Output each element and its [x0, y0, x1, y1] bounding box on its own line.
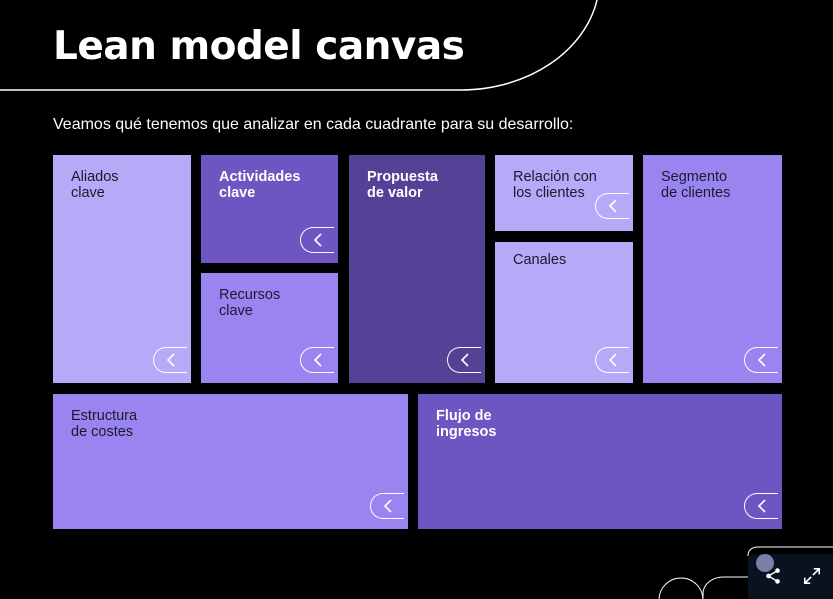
tile-canales[interactable]: Canales: [495, 242, 633, 383]
tile-label: Relación con los clientes: [513, 169, 597, 201]
chevron-left-icon[interactable]: [153, 347, 187, 373]
tile-propuesta-de-valor[interactable]: Propuesta de valor: [349, 155, 485, 383]
tile-label: Propuesta de valor: [367, 169, 438, 201]
share-icon: [766, 568, 780, 584]
chevron-left-icon[interactable]: [595, 347, 629, 373]
tile-recursos-clave[interactable]: Recursos clave: [201, 273, 338, 383]
tile-actividades-clave[interactable]: Actividades clave: [201, 155, 338, 263]
chevron-left-icon[interactable]: [595, 193, 629, 219]
chevron-left-icon[interactable]: [300, 347, 334, 373]
tile-flujo-ingresos[interactable]: Flujo de ingresos: [418, 394, 782, 529]
share-button[interactable]: [760, 563, 786, 589]
tile-relacion-clientes[interactable]: Relación con los clientes: [495, 155, 633, 231]
chevron-left-icon[interactable]: [300, 227, 334, 253]
chevron-left-icon[interactable]: [744, 493, 778, 519]
expand-icon: [803, 567, 821, 585]
chevron-left-icon[interactable]: [370, 493, 404, 519]
tile-segmento-clientes[interactable]: Segmento de clientes: [643, 155, 782, 383]
tile-estructura-costes[interactable]: Estructura de costes: [53, 394, 408, 529]
tile-label: Actividades clave: [219, 169, 301, 201]
tile-aliados-clave[interactable]: Aliados clave: [53, 155, 191, 383]
tile-label: Estructura de costes: [71, 408, 138, 440]
tile-label: Recursos clave: [219, 287, 281, 319]
page-title: Lean model canvas: [53, 24, 465, 69]
tile-label: Aliados clave: [71, 169, 119, 201]
tile-label: Canales: [513, 252, 567, 268]
tile-label: Segmento de clientes: [661, 169, 731, 201]
chevron-left-icon[interactable]: [744, 347, 778, 373]
chevron-left-icon[interactable]: [447, 347, 481, 373]
tile-label: Flujo de ingresos: [436, 408, 497, 440]
page-subtitle: Veamos qué tenemos que analizar en cada …: [53, 116, 574, 133]
fullscreen-button[interactable]: [799, 563, 825, 589]
